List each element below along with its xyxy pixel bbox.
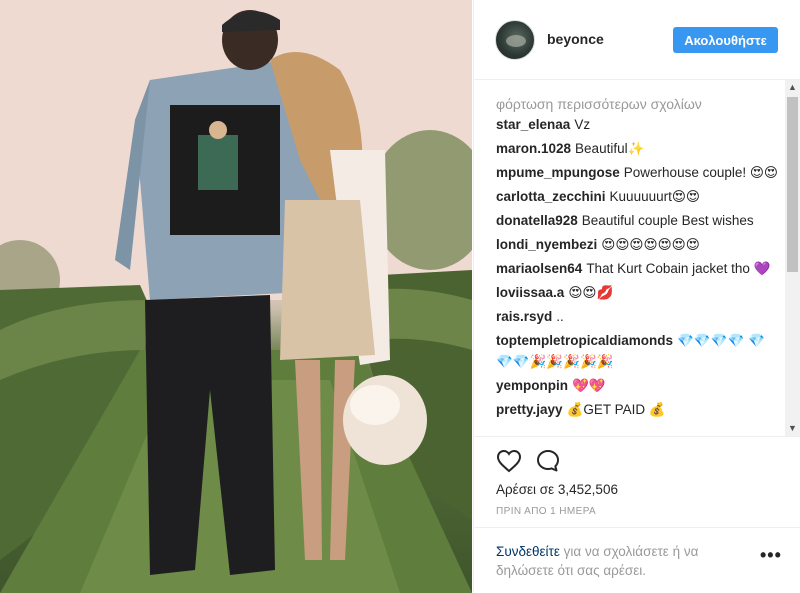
- comment-text: Beautiful couple Best wishes: [581, 213, 754, 228]
- comment-text: Beautiful✨: [575, 141, 645, 156]
- list-item: mariaolsen64 That Kurt Cobain jacket tho …: [496, 258, 778, 279]
- comment-text: 😍😍😍😍😍😍😍: [601, 237, 700, 252]
- comment-username[interactable]: carlotta_zecchini: [496, 189, 606, 204]
- list-item: toptempletropicaldiamonds 💎💎💎💎 💎💎💎🎉🎉🎉🎉🎉: [496, 330, 778, 372]
- scroll-up-arrow-icon[interactable]: ▲: [785, 80, 800, 95]
- follow-button[interactable]: Ακολουθήστε: [673, 27, 778, 53]
- comment-text: 💰GET PAID 💰: [566, 402, 666, 417]
- comments-scrollbar[interactable]: ▲ ▼: [785, 80, 800, 436]
- list-item: londi_nyembezi 😍😍😍😍😍😍😍: [496, 234, 778, 255]
- comment-username[interactable]: toptempletropicaldiamonds: [496, 333, 673, 348]
- post-username[interactable]: beyonce: [547, 31, 604, 47]
- comment-username[interactable]: loviissaa.a: [496, 285, 564, 300]
- comment-text: Kuuuuuurt😍😍: [609, 189, 700, 204]
- comment-username[interactable]: yemponpin: [496, 378, 568, 393]
- list-item: pretty.jayy 💰GET PAID 💰: [496, 399, 778, 420]
- comment-username[interactable]: star_elenaa: [496, 117, 570, 132]
- list-item: loviissaa.a 😍😍💋: [496, 282, 778, 303]
- comment-icon[interactable]: [535, 448, 561, 474]
- list-item: maron.1028 Beautiful✨: [496, 138, 778, 159]
- comment-username[interactable]: mpume_mpungose: [496, 165, 620, 180]
- comment-username[interactable]: pretty.jayy: [496, 402, 563, 417]
- couple-photo-illustration: [0, 0, 472, 593]
- login-prompt: Συνδεθείτε για να σχολιάσετε ή να δηλώσε…: [496, 542, 736, 580]
- post-side-panel: beyonce Ακολουθήστε φόρτωση περισσότερων…: [473, 0, 800, 593]
- comment-text: ..: [556, 309, 564, 324]
- comment-text: 💖💖: [572, 378, 606, 393]
- comment-username[interactable]: maron.1028: [496, 141, 571, 156]
- list-item: rais.rsyd..: [496, 306, 778, 327]
- list-item: star_elenaa Vz: [496, 114, 778, 135]
- login-footer: Συνδεθείτε για να σχολιάσετε ή να δηλώσε…: [474, 527, 800, 593]
- comment-username[interactable]: londi_nyembezi: [496, 237, 597, 252]
- heart-icon[interactable]: [496, 449, 522, 473]
- load-more-comments-link[interactable]: φόρτωση περισσότερων σχολίων: [496, 94, 778, 114]
- avatar[interactable]: [495, 20, 535, 60]
- more-options-icon[interactable]: •••: [760, 546, 782, 564]
- comment-text: 😍😍💋: [568, 285, 614, 300]
- comment-username[interactable]: donatella928: [496, 213, 578, 228]
- list-item: mpume_mpungose Powerhouse couple! 😍😍: [496, 162, 778, 183]
- comment-text: That Kurt Cobain jacket tho 💜: [586, 261, 771, 276]
- comment-text: Powerhouse couple! 😍😍: [623, 165, 779, 180]
- post-actions: Αρέσει σε 3,452,506 ΠΡΙΝ ΑΠΟ 1 ΗΜΕΡΑ: [474, 436, 800, 536]
- comment-text: Vz: [574, 117, 591, 132]
- comment-username[interactable]: rais.rsyd: [496, 309, 552, 324]
- scroll-down-arrow-icon[interactable]: ▼: [785, 421, 800, 436]
- login-link[interactable]: Συνδεθείτε: [496, 544, 560, 559]
- comment-username[interactable]: mariaolsen64: [496, 261, 582, 276]
- list-item: donatella928 Beautiful couple Best wishes: [496, 210, 778, 231]
- likes-count[interactable]: Αρέσει σε 3,452,506: [496, 482, 618, 497]
- post-timestamp[interactable]: ΠΡΙΝ ΑΠΟ 1 ΗΜΕΡΑ: [496, 506, 596, 517]
- post-header: beyonce Ακολουθήστε: [474, 0, 800, 80]
- scrollbar-thumb[interactable]: [787, 97, 798, 272]
- list-item: yemponpin 💖💖: [496, 375, 778, 396]
- post-photo[interactable]: [0, 0, 472, 593]
- comments-list[interactable]: φόρτωση περισσότερων σχολίων star_elenaa…: [474, 80, 800, 436]
- list-item: carlotta_zecchini Kuuuuuurt😍😍: [496, 186, 778, 207]
